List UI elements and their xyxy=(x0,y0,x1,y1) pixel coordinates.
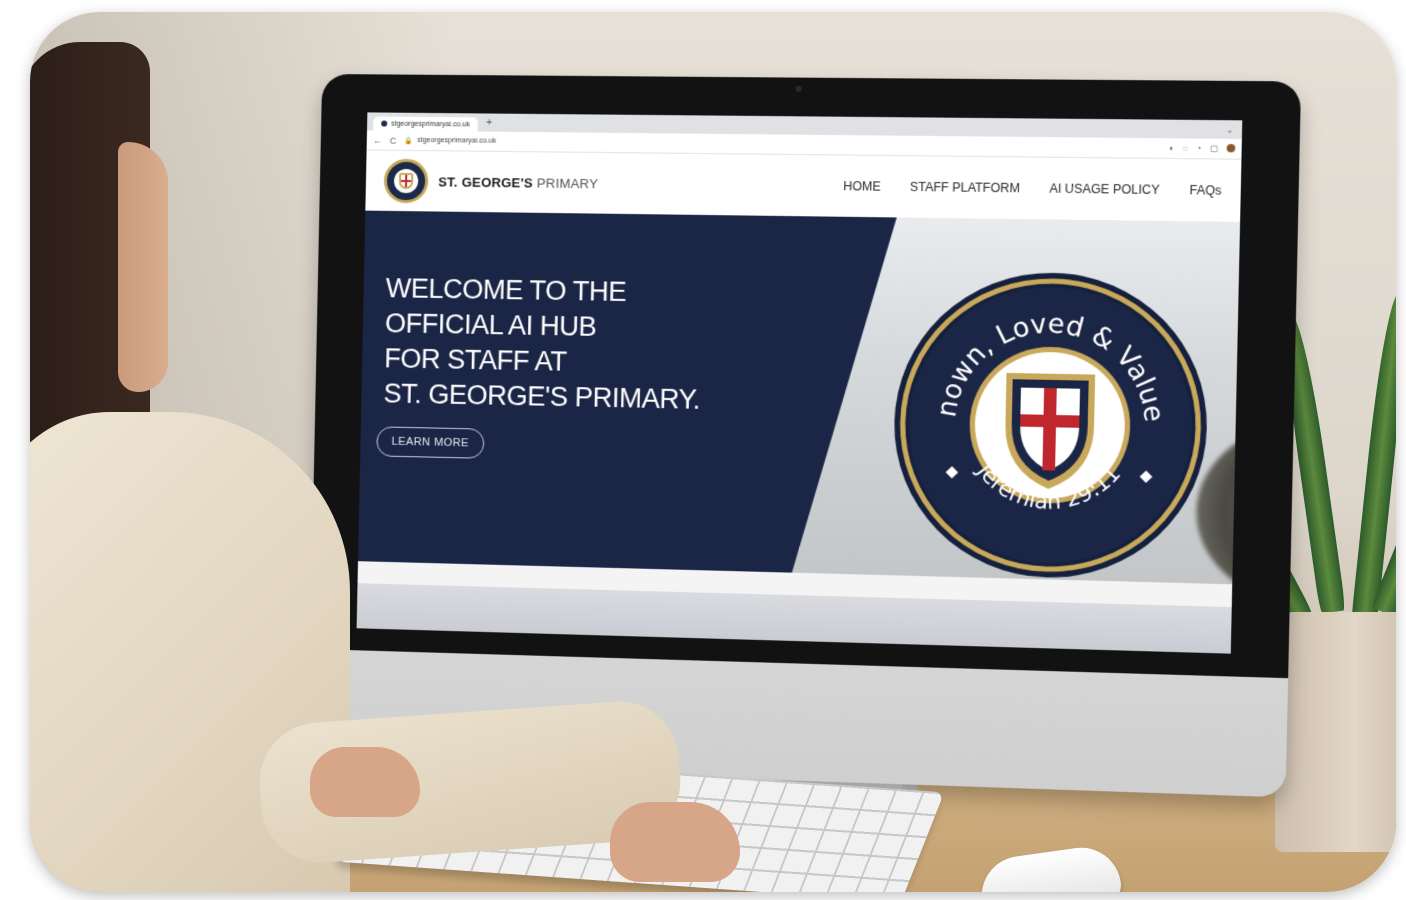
right-hand xyxy=(610,802,740,882)
tab-search-icon[interactable]: ⌄ xyxy=(1226,125,1233,134)
page-footer-strip xyxy=(356,583,1232,654)
favicon-icon xyxy=(381,120,388,127)
monitor: stgeorgesprimaryai.co.uk + ⌄ ← C 🔒 stgeo… xyxy=(307,73,1302,798)
lock-icon: 🔒 xyxy=(404,137,414,145)
person-face xyxy=(118,142,168,392)
back-arrow-icon[interactable]: ← xyxy=(373,135,382,145)
hero-title: WELCOME TO THE OFFICIAL AI HUB FOR STAFF… xyxy=(383,271,793,420)
school-crest-icon[interactable] xyxy=(383,158,429,204)
mini-shield-icon xyxy=(398,172,414,190)
monitor-bezel: stgeorgesprimaryai.co.uk + ⌄ ← C 🔒 stgeo… xyxy=(310,73,1302,679)
extensions-area: ◐ ◌ ◔ ▢ xyxy=(1169,143,1236,153)
main-nav: HOME STAFF PLATFORM AI USAGE POLICY FAQs xyxy=(843,179,1222,198)
camera-icon xyxy=(795,85,802,92)
left-hand xyxy=(310,747,420,817)
nav-home[interactable]: HOME xyxy=(843,179,881,194)
browser-tab[interactable]: stgeorgesprimaryai.co.uk xyxy=(373,116,479,132)
extension-icon[interactable]: ◔ xyxy=(1196,144,1201,153)
site-header: ST. GEORGE'S PRIMARY HOME STAFF PLATFORM… xyxy=(365,150,1242,222)
site-brand[interactable]: ST. GEORGE'S PRIMARY xyxy=(438,174,598,191)
profile-avatar[interactable] xyxy=(1226,144,1236,153)
address-text: stgeorgesprimaryai.co.uk xyxy=(417,136,497,145)
hero-title-line: ST. GEORGE'S PRIMARY. xyxy=(383,378,701,415)
plant-pot xyxy=(1275,612,1396,852)
extension-icon[interactable]: ◌ xyxy=(1183,144,1188,153)
nav-faqs[interactable]: FAQs xyxy=(1189,183,1221,198)
nav-ai-usage-policy[interactable]: AI USAGE POLICY xyxy=(1049,181,1160,197)
brand-name-bold: ST. GEORGE'S xyxy=(438,173,534,191)
new-tab-button[interactable]: + xyxy=(486,117,492,128)
hero-section: WELCOME TO THE OFFICIAL AI HUB FOR STAFF… xyxy=(358,211,1241,585)
learn-more-button[interactable]: LEARN MORE xyxy=(376,426,484,458)
photo-frame: stgeorgesprimaryai.co.uk + ⌄ ← C 🔒 stgeo… xyxy=(30,12,1396,892)
school-badge: Known, Loved & Valued Jeremiah 29:11 xyxy=(889,269,1212,584)
screen: stgeorgesprimaryai.co.uk + ⌄ ← C 🔒 stgeo… xyxy=(356,112,1243,654)
reload-icon[interactable]: C xyxy=(390,135,397,145)
brand-name-light: PRIMARY xyxy=(536,174,599,191)
extension-icon[interactable]: ◐ xyxy=(1169,143,1174,152)
address-bar[interactable]: 🔒 stgeorgesprimaryai.co.uk xyxy=(404,136,496,145)
browser-tab-title: stgeorgesprimaryai.co.uk xyxy=(391,120,470,128)
extension-icon[interactable]: ▢ xyxy=(1210,144,1218,153)
nav-staff-platform[interactable]: STAFF PLATFORM xyxy=(910,180,1020,196)
